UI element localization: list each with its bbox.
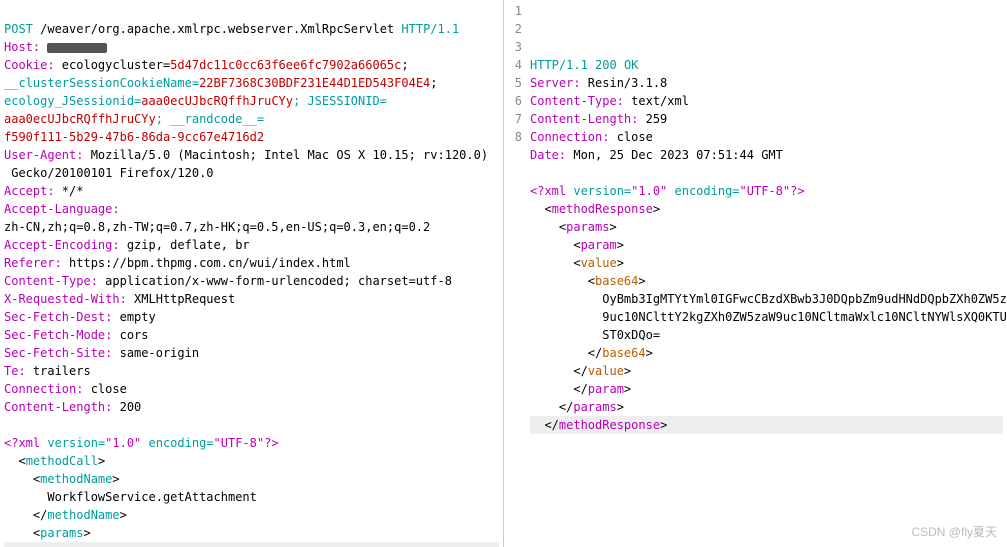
- xml-declaration: <?xml version="1.0" encoding="UTF-8"?>: [4, 436, 279, 450]
- resp-clen: Content-Length: 259: [530, 112, 667, 126]
- resp-params-open: <params>: [530, 220, 617, 234]
- methodresponse-close: </methodResponse>: [530, 416, 1003, 434]
- resp-xml-decl: <?xml version="1.0" encoding="UTF-8"?>: [530, 184, 805, 198]
- params-open: <params>: [4, 526, 91, 540]
- response-pane[interactable]: 1 2 3 4 5 6 7 8 HTTP/1.1 200 OK Server: …: [504, 0, 1007, 547]
- cookie-cluster: __clusterSessionCookieName=22BF7368C30BD…: [4, 76, 438, 90]
- user-agent-header: User-Agent: Mozilla/5.0 (Macintosh; Inte…: [4, 148, 488, 162]
- host-header: Host:: [4, 40, 107, 54]
- split-panes: POST /weaver/org.apache.xmlrpc.webserver…: [0, 0, 1007, 547]
- x-requested-with-header: X-Requested-With: XMLHttpRequest: [4, 292, 235, 306]
- base64-open: <base64>: [530, 274, 646, 288]
- cookie-rand: aaa0ecUJbcRQffhJruCYy; __randcode__=: [4, 112, 264, 126]
- resp-server: Server: Resin/3.1.8: [530, 76, 667, 90]
- base64-line3: ST0xDQo=: [530, 328, 660, 342]
- resp-value-close: </value>: [530, 364, 631, 378]
- methodname-value: WorkflowService.getAttachment: [4, 490, 257, 504]
- cookie-header: Cookie: ecologycluster=5d47dc11c0cc63f6e…: [4, 58, 409, 72]
- accept-enc-header: Accept-Encoding: gzip, deflate, br: [4, 238, 250, 252]
- resp-param-open: <param>: [530, 238, 624, 252]
- param-open: <param>: [4, 542, 499, 547]
- methodname-close: </methodName>: [4, 508, 127, 522]
- methodname-open: <methodName>: [4, 472, 120, 486]
- resp-date: Date: Mon, 25 Dec 2023 07:51:44 GMT: [530, 148, 783, 162]
- resp-ctype: Content-Type: text/xml: [530, 94, 689, 108]
- methodcall-open: <methodCall>: [4, 454, 105, 468]
- te-header: Te: trailers: [4, 364, 91, 378]
- cookie-rand-val: f590f111-5b29-47b6-86da-9cc67e4716d2: [4, 130, 264, 144]
- methodresponse-open: <methodResponse>: [530, 202, 660, 216]
- request-line: POST /weaver/org.apache.xmlrpc.webserver…: [4, 22, 459, 36]
- resp-conn: Connection: close: [530, 130, 653, 144]
- referer-header: Referer: https://bpm.thpmg.com.cn/wui/in…: [4, 256, 351, 270]
- content-type-header: Content-Type: application/x-www-form-url…: [4, 274, 452, 288]
- accept-lang-val: zh-CN,zh;q=0.8,zh-TW;q=0.7,zh-HK;q=0.5,e…: [4, 220, 430, 234]
- sec-fetch-dest-header: Sec-Fetch-Dest: empty: [4, 310, 156, 324]
- line-gutter: 1 2 3 4 5 6 7 8: [504, 2, 522, 146]
- base64-line2: 9uc10NClttY2kgZXh0ZW5zaW9uc10NCltmaWxlc1…: [530, 310, 1007, 324]
- redacted-host: [47, 43, 107, 53]
- resp-params-close: </params>: [530, 400, 624, 414]
- sec-fetch-mode-header: Sec-Fetch-Mode: cors: [4, 328, 149, 342]
- sec-fetch-site-header: Sec-Fetch-Site: same-origin: [4, 346, 199, 360]
- status-line: HTTP/1.1 200 OK: [530, 58, 638, 72]
- request-pane[interactable]: POST /weaver/org.apache.xmlrpc.webserver…: [0, 0, 504, 547]
- accept-lang-header: Accept-Language:: [4, 202, 120, 216]
- content-length-header: Content-Length: 200: [4, 400, 141, 414]
- connection-header: Connection: close: [4, 382, 127, 396]
- user-agent-2: Gecko/20100101 Firefox/120.0: [4, 166, 214, 180]
- resp-value-open: <value>: [530, 256, 624, 270]
- base64-line1: OyBmb3IgMTYtYml0IGFwcCBzdXBwb3J0DQpbZm9u…: [530, 292, 1007, 306]
- base64-close: </base64>: [530, 346, 653, 360]
- resp-param-close: </param>: [530, 382, 631, 396]
- cookie-ejs: ecology_JSessionid=aaa0ecUJbcRQffhJruCYy…: [4, 94, 387, 108]
- accept-header: Accept: */*: [4, 184, 83, 198]
